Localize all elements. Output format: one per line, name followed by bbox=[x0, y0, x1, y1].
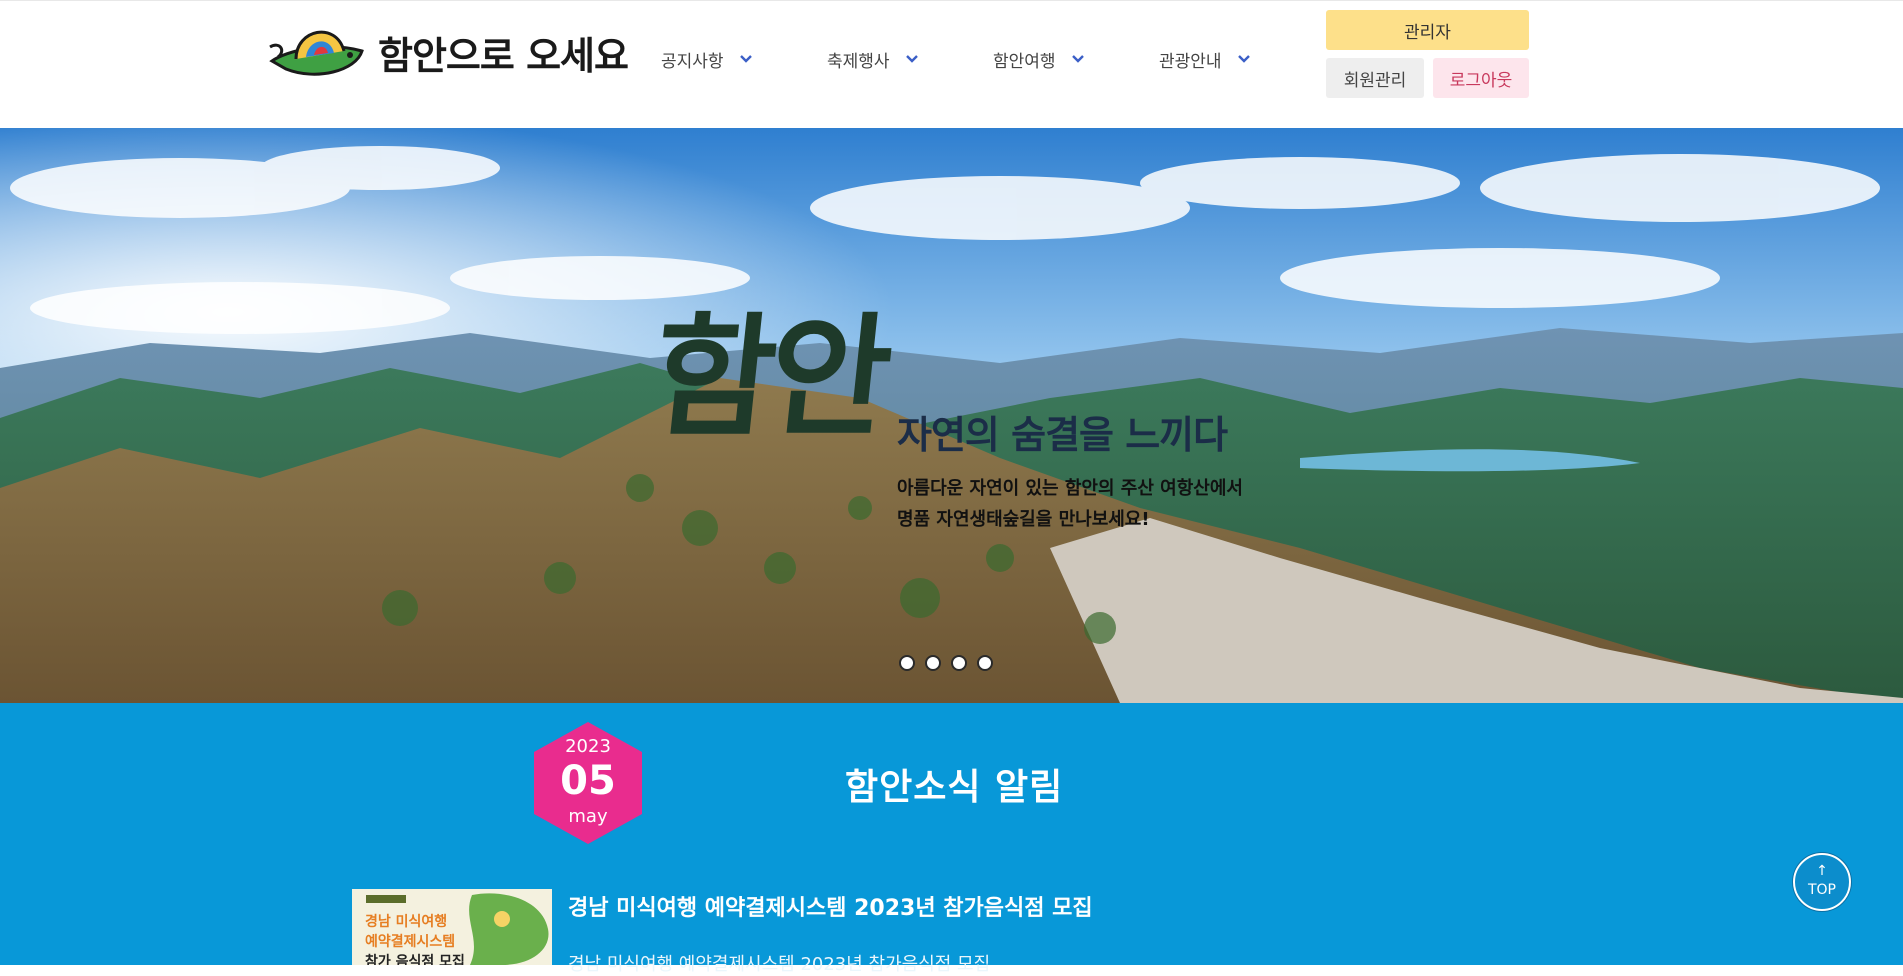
site-logo[interactable]: 함안으로 오세요 bbox=[266, 11, 629, 81]
news-section bbox=[0, 703, 1903, 965]
member-management-button[interactable]: 회원관리 bbox=[1326, 58, 1424, 98]
chevron-down-icon bbox=[1071, 55, 1084, 63]
slide-dot-3[interactable] bbox=[951, 655, 967, 671]
slide-dot-2[interactable] bbox=[925, 655, 941, 671]
nav-label: 함안여행 bbox=[993, 51, 1056, 72]
admin-button[interactable]: 관리자 bbox=[1326, 10, 1529, 50]
site-header: 함안으로 오세요 공지사항 축제행사 함안여행 관광안내 관리자 회원관리 로그… bbox=[0, 0, 1903, 128]
nav-label: 공지사항 bbox=[661, 51, 724, 72]
hero-description-line1: 아름다운 자연이 있는 함안의 주산 여항산에서 bbox=[897, 478, 1243, 499]
hero-headline: 자연의 숨결을 느끼다 bbox=[897, 412, 1228, 457]
logo-text: 함안으로 오세요 bbox=[378, 33, 629, 78]
date-day: 05 bbox=[560, 758, 616, 804]
scroll-to-top-button[interactable]: ↑ TOP bbox=[1793, 853, 1851, 911]
slide-dot-4[interactable] bbox=[977, 655, 993, 671]
hero-description-line2: 명품 자연생태숲길을 만나보세요! bbox=[897, 509, 1150, 530]
date-badge: 2023 05 may bbox=[530, 720, 646, 846]
nav-label: 축제행사 bbox=[827, 51, 890, 72]
chevron-down-icon bbox=[905, 55, 918, 63]
leaf-logo-icon bbox=[269, 30, 364, 76]
article-title-link[interactable]: 경남 미식여행 예약결제시스템 2023년 참가음식점 모집 bbox=[568, 890, 1093, 922]
chevron-down-icon bbox=[1237, 55, 1250, 63]
slide-dot-1[interactable] bbox=[899, 655, 915, 671]
thumbnail-text-line2: 예약결제시스템 bbox=[365, 934, 456, 950]
news-section-title: 함안소식 알림 bbox=[845, 767, 1064, 808]
top-label: TOP bbox=[1807, 882, 1836, 898]
slider-pagination bbox=[899, 655, 993, 671]
chevron-down-icon bbox=[739, 55, 752, 63]
article-description: 경남 미식여행 예약결제시스템 2023년 참가음식점 모집 bbox=[568, 954, 991, 975]
logout-button[interactable]: 로그아웃 bbox=[1433, 58, 1529, 98]
nav-item-tourism[interactable]: 관광안내 bbox=[1159, 43, 1252, 75]
nav-label: 관광안내 bbox=[1159, 51, 1222, 72]
nav-item-festival[interactable]: 축제행사 bbox=[827, 43, 920, 75]
date-month: may bbox=[568, 806, 608, 827]
nav-item-travel[interactable]: 함안여행 bbox=[993, 43, 1086, 75]
thumbnail-text-line3: 참가 음식점 모집 bbox=[365, 954, 465, 965]
date-year: 2023 bbox=[565, 736, 611, 757]
hero-calligraphy-title: 함안 bbox=[645, 300, 894, 455]
article-thumbnail[interactable]: 경남 미식여행 예약결제시스템 참가 음식점 모집 bbox=[352, 889, 552, 965]
nav-item-notice[interactable]: 공지사항 bbox=[661, 43, 754, 75]
hero-banner: 함안 자연의 숨결을 느끼다 아름다운 자연이 있는 함안의 주산 여항산에서 … bbox=[0, 128, 1903, 703]
arrow-up-icon: ↑ bbox=[1816, 863, 1828, 879]
thumbnail-text-line1: 경남 미식여행 bbox=[365, 914, 448, 930]
